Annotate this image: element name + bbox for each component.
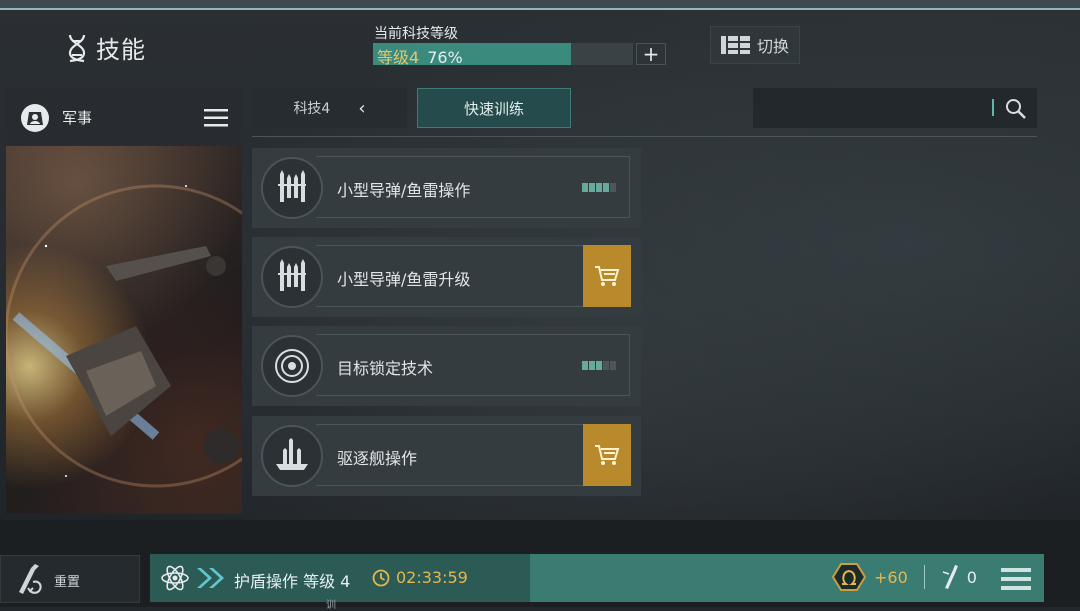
level-pip [589,183,595,192]
queue-resources: +60 0 [832,562,977,592]
level-pip [596,361,602,370]
level-pip [610,361,616,370]
queue-time-value: 02:33:59 [396,568,468,587]
category-artwork [6,146,242,514]
skill-row[interactable]: 驱逐舰操作 [252,416,641,496]
skill-name: 驱逐舰操作 [337,449,418,468]
clock-icon [372,569,390,586]
switch-view-label: 切换 [756,37,789,56]
category-header: 军事 [6,88,242,146]
category-label: 军事 [62,109,93,127]
search-caret [992,99,994,116]
skill-name: 目标锁定技术 [337,359,434,378]
level-pip [603,361,609,370]
level-pip [582,183,588,192]
reset-label: 重置 [54,575,81,590]
skill-name: 小型导弹/鱼雷升级 [337,270,471,289]
category-panel[interactable]: 军事 [6,88,242,514]
tech-level-label: 当前科技等级 [374,26,458,42]
resource-divider [923,565,925,589]
tech-level-value: 等级4 [377,48,420,67]
level-pip [582,361,588,370]
search-input[interactable] [753,88,1037,128]
tech-percent: 76% [427,48,463,67]
queue-caption: 训 [326,600,336,611]
chevron-left-icon[interactable]: ‹ [358,98,365,119]
skill-atom-icon [161,565,189,591]
omega-icon[interactable] [832,562,866,592]
military-icon [21,104,49,132]
skill-row[interactable]: 小型导弹/鱼雷升级 [252,237,641,317]
list-view-icon [720,36,750,54]
tab-tech-label: 科技4 [293,101,331,117]
level-pip [589,361,595,370]
tech-progress-bar: 等级4 76% [373,43,633,68]
spaceship-art [6,184,242,488]
tabs-row: 科技4 ‹ 快速训练 [252,88,1037,128]
level-pip [610,183,616,192]
queue-menu-icon[interactable] [1001,567,1031,591]
training-queue-bar[interactable]: 护盾操作 等级 4 02:33:59 +60 0 [150,554,1044,602]
skill-level-indicator [582,361,616,370]
fast-forward-icon [197,568,224,588]
reset-button[interactable]: 重置 [0,555,140,603]
skill-name: 小型导弹/鱼雷操作 [337,181,471,200]
skill-row[interactable]: 小型导弹/鱼雷操作 [252,148,641,228]
search-icon[interactable] [1005,98,1027,120]
reset-injector-icon [19,564,42,594]
tabs-divider [252,136,1037,137]
queue-skill-name: 护盾操作 等级 4 [234,572,351,591]
destroyer-icon [261,425,323,487]
cart-icon [595,266,620,286]
buy-skill-button[interactable] [583,245,631,307]
page-title: 技能 [66,30,146,65]
buy-skill-button[interactable] [583,424,631,486]
top-border [0,0,1080,10]
target-icon [261,335,323,397]
skill-row[interactable]: 目标锁定技术 [252,326,641,406]
injector-icon [942,565,958,589]
tab-tech-level[interactable]: 科技4 ‹ [252,88,407,128]
dna-icon [68,34,86,62]
page-title-text: 技能 [96,36,146,64]
queue-timer: 02:33:59 [372,568,468,587]
level-pip [596,183,602,192]
missile-icon [261,157,323,219]
tab-quick-train[interactable]: 快速训练 [417,88,571,128]
switch-view-button[interactable]: 切换 [710,26,800,64]
tech-plus-button[interactable]: + [636,43,666,65]
hamburger-menu-icon[interactable] [204,108,228,128]
cart-icon [595,445,620,465]
level-pip [603,183,609,192]
missile-icon [261,246,323,308]
bonus-value: +60 [874,567,908,587]
tech-progress-text: 等级4 76% [377,44,463,68]
injector-count: 0 [966,567,977,587]
skill-level-indicator [582,183,616,192]
